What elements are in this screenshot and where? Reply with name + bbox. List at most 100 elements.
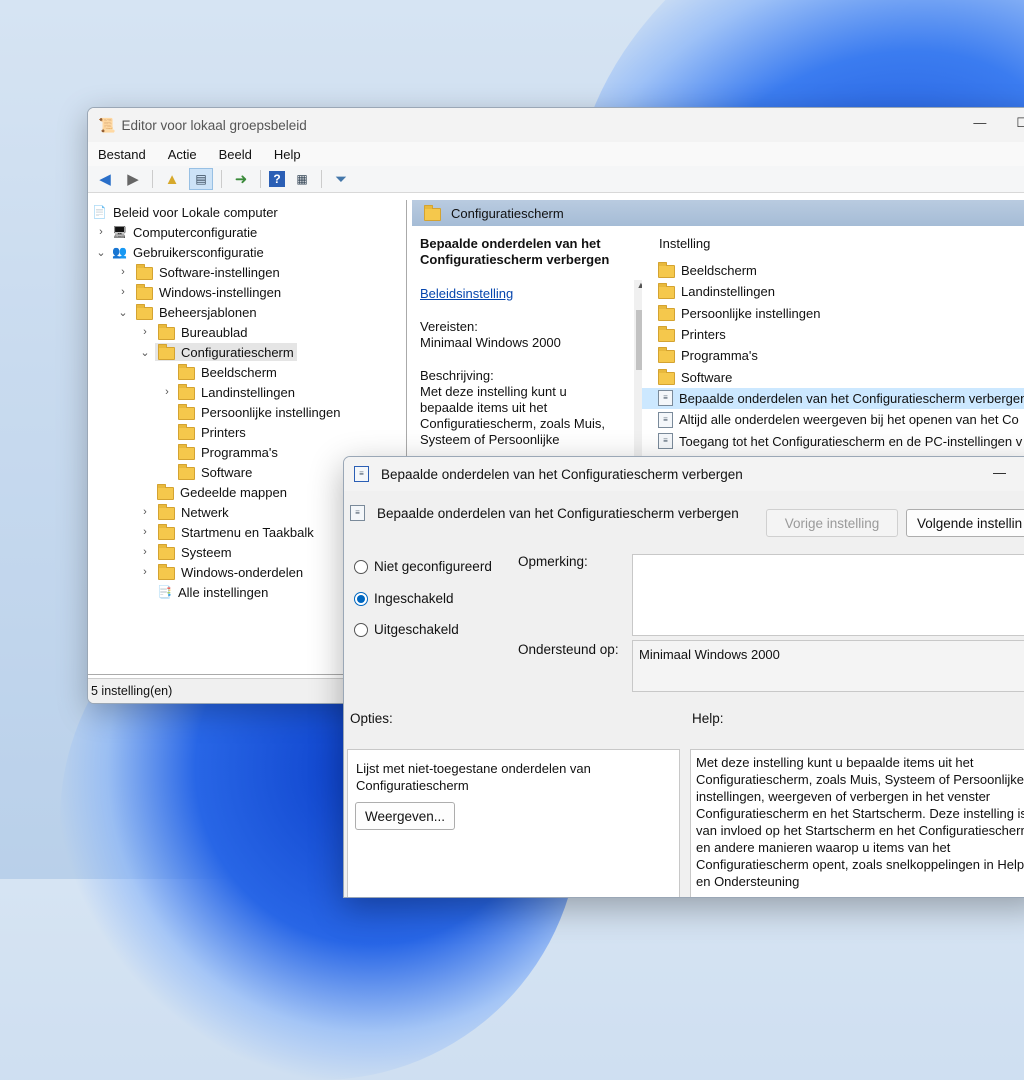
chevron-right-icon[interactable]: ›	[138, 326, 152, 338]
filter-icon[interactable]: ⏷	[330, 169, 352, 189]
radio-enabled[interactable]: Ingeschakeld	[354, 591, 454, 606]
list-column-header[interactable]: Instelling	[642, 226, 1024, 260]
list-item-label: Toegang tot het Configuratiescherm en de…	[679, 433, 1023, 449]
chevron-right-icon[interactable]: ›	[138, 506, 152, 518]
tree-label: Landinstellingen	[201, 384, 295, 400]
previous-setting-button[interactable]: Vorige instelling	[766, 509, 898, 537]
toolbar: ◀ ▶ ▲ ▤ ➜ ? ▦ ⏷	[88, 166, 1024, 193]
folder-icon	[658, 368, 675, 385]
folder-icon	[658, 304, 675, 321]
show-hide-tree-icon[interactable]: ▤	[189, 168, 213, 190]
tree-computer[interactable]: › 🖥 Computerconfiguratie	[94, 222, 257, 242]
chevron-right-icon[interactable]: ›	[138, 546, 152, 558]
tree-software[interactable]: Software	[178, 462, 252, 482]
list-item[interactable]: ≡ Altijd alle onderdelen weergeven bij he…	[642, 409, 1024, 430]
help-label: Help:	[692, 711, 724, 726]
chevron-down-icon[interactable]: ⌄	[116, 306, 130, 319]
list-item[interactable]: Software	[642, 366, 1024, 387]
tree-label: Systeem	[181, 544, 232, 560]
policy-settings-icon: ≡	[350, 505, 365, 521]
chevron-right-icon[interactable]: ›	[160, 386, 174, 398]
tree-label: Beheersjablonen	[159, 304, 257, 320]
maximize-button[interactable]: ☐	[1016, 115, 1024, 131]
menu-action[interactable]: Actie	[168, 147, 197, 162]
list-item[interactable]: Persoonlijke instellingen	[642, 303, 1024, 324]
dialog-title: Bepaalde onderdelen van het Configuratie…	[381, 466, 743, 482]
policy-doc-icon: 📄	[92, 204, 107, 219]
right-pane-header: Configuratiescherm	[412, 200, 1024, 226]
tree-printers[interactable]: Printers	[178, 422, 246, 442]
list-item[interactable]: ≡ Toegang tot het Configuratiescherm en d…	[642, 430, 1024, 451]
requirements-value: Minimaal Windows 2000	[420, 335, 561, 350]
tree-label: Netwerk	[181, 504, 229, 520]
list-item[interactable]: Beeldscherm	[642, 260, 1024, 281]
tree-label: Printers	[201, 424, 246, 440]
tree-control-panel[interactable]: ⌄ Configuratiescherm	[138, 342, 297, 362]
folder-icon	[658, 326, 675, 343]
back-arrow-icon[interactable]: ◀	[94, 169, 116, 189]
chevron-right-icon[interactable]: ›	[116, 286, 130, 298]
tree-user[interactable]: ⌄ 👥 Gebruikersconfiguratie	[94, 242, 263, 262]
dialog-minimize-button[interactable]: —	[993, 465, 1006, 480]
chevron-down-icon[interactable]: ⌄	[94, 246, 108, 259]
tree-label: Persoonlijke instellingen	[201, 404, 341, 420]
chevron-right-icon[interactable]: ›	[138, 526, 152, 538]
next-setting-button[interactable]: Volgende instellin	[906, 509, 1024, 537]
policy-setting-link[interactable]: Beleidsinstelling	[420, 286, 620, 302]
tree-display[interactable]: Beeldscherm	[178, 362, 277, 382]
dialog-heading-row: ≡ Bepaalde onderdelen van het Configurat…	[350, 505, 739, 521]
help-icon[interactable]: ?	[269, 171, 285, 187]
radio-not-configured[interactable]: Niet geconfigureerd	[354, 559, 492, 574]
tree-windows-settings[interactable]: › Windows-instellingen	[116, 282, 281, 302]
tree-regional[interactable]: › Landinstellingen	[160, 382, 295, 402]
title-bar: 📜 Editor voor lokaal groepsbeleid — ☐	[88, 108, 1024, 142]
window-title: Editor voor lokaal groepsbeleid	[121, 117, 307, 133]
tree-startmenu[interactable]: › Startmenu en Taakbalk	[138, 522, 314, 542]
chevron-right-icon[interactable]: ›	[94, 226, 108, 238]
folder-icon	[658, 283, 675, 300]
tree-network[interactable]: › Netwerk	[138, 502, 229, 522]
tree-label: Computerconfiguratie	[133, 224, 258, 240]
chevron-right-icon[interactable]: ›	[116, 266, 130, 278]
tree-software-settings[interactable]: › Software-instellingen	[116, 262, 280, 282]
menu-file[interactable]: Bestand	[98, 147, 146, 162]
list-item[interactable]: Printers	[642, 324, 1024, 345]
tree-windows-components[interactable]: › Windows-onderdelen	[138, 562, 303, 582]
tree-root[interactable]: 📄 Beleid voor Lokale computer	[92, 202, 278, 222]
list-item-label: Programma's	[681, 348, 758, 364]
comment-field[interactable]	[632, 554, 1024, 636]
properties-icon[interactable]: ▦	[291, 169, 313, 189]
computer-icon: 🖥	[112, 224, 128, 239]
dialog-heading: Bepaalde onderdelen van het Configuratie…	[377, 505, 739, 521]
folder-icon	[178, 443, 195, 460]
show-button[interactable]: Weergeven...	[355, 802, 455, 830]
tree-shared-folders[interactable]: Gedeelde mappen	[157, 482, 287, 502]
tree-admin-templates[interactable]: ⌄ Beheersjablonen	[116, 302, 257, 322]
menu-help[interactable]: Help	[274, 147, 301, 162]
folder-icon	[178, 403, 195, 420]
folder-icon	[178, 363, 195, 380]
list-item[interactable]: Landinstellingen	[642, 281, 1024, 302]
radio-disabled[interactable]: Uitgeschakeld	[354, 622, 459, 637]
menu-view[interactable]: Beeld	[219, 147, 252, 162]
tree-desktop[interactable]: › Bureaublad	[138, 322, 248, 342]
export-list-icon[interactable]: ➜	[230, 169, 252, 189]
list-item-selected[interactable]: ≡ Bepaalde onderdelen van het Configurati…	[642, 387, 1024, 410]
up-folder-icon[interactable]: ▲	[161, 169, 183, 189]
chevron-down-icon[interactable]: ⌄	[138, 346, 152, 359]
list-item[interactable]: Programma's	[642, 345, 1024, 366]
options-text: Lijst met niet-toegestane onderdelen van…	[356, 761, 591, 793]
tree-personal[interactable]: Persoonlijke instellingen	[178, 402, 340, 422]
minimize-button[interactable]: —	[973, 115, 986, 131]
forward-arrow-icon[interactable]: ▶	[122, 169, 144, 189]
tree-label: Startmenu en Taakbalk	[181, 524, 314, 540]
description-panel: Bepaalde onderdelen van het Configuratie…	[420, 236, 620, 448]
policy-title: Bepaalde onderdelen van het Configuratie…	[420, 236, 610, 267]
folder-icon	[178, 423, 195, 440]
list-item-label: Printers	[681, 327, 726, 343]
tree-system[interactable]: › Systeem	[138, 542, 232, 562]
tree-programs[interactable]: Programma's	[178, 442, 278, 462]
folder-icon	[158, 503, 175, 520]
tree-all-settings[interactable]: 📑 Alle instellingen	[157, 582, 268, 602]
chevron-right-icon[interactable]: ›	[138, 566, 152, 578]
